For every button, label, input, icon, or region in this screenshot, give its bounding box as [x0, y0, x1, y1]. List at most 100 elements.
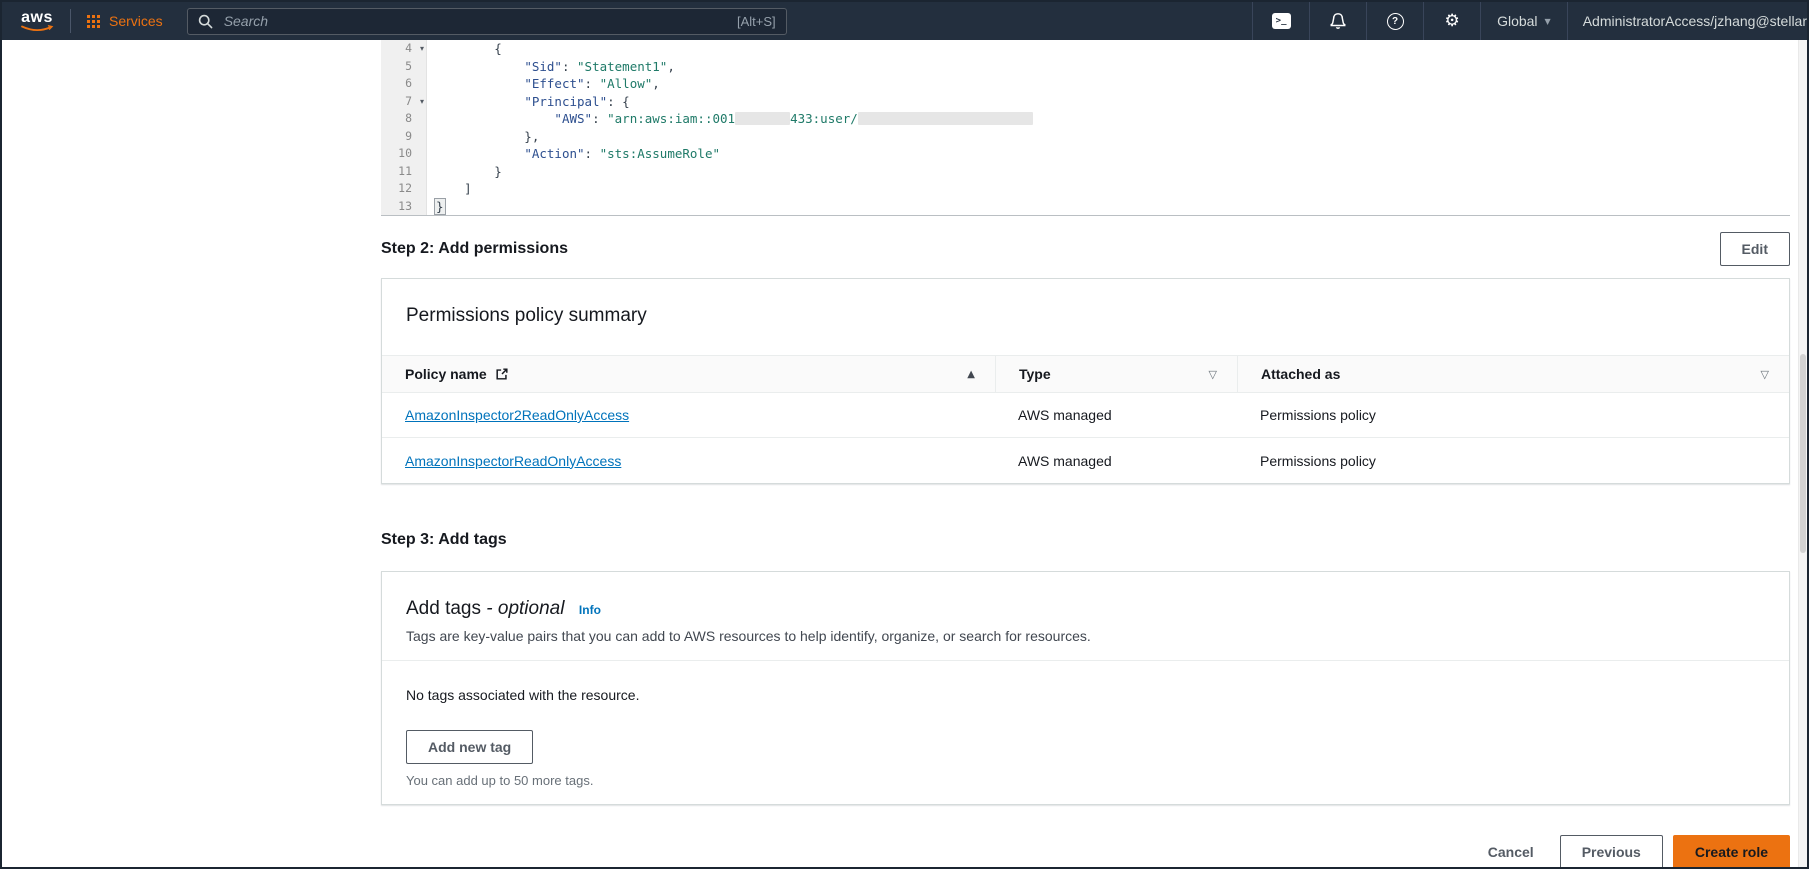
code-token: : { — [607, 93, 630, 109]
attached-as-cell: Permissions policy — [1260, 452, 1376, 469]
type-filter-icon[interactable]: ▽ — [1209, 368, 1217, 381]
policy-name-column-label: Policy name — [405, 366, 487, 382]
aws-logo-text: aws — [21, 9, 53, 26]
add-tags-card: Add tags - optional Info Tags are key-va… — [381, 571, 1790, 805]
sort-ascending-icon[interactable]: ▲ — [967, 369, 975, 380]
page-scrollbar[interactable] — [1798, 40, 1807, 867]
trust-policy-json-editor[interactable]: 4 ▾ 5 6 7 ▾ 8 9 10 11 12 13 { "Sid": "Statement1", … — [381, 40, 1790, 216]
notifications-button[interactable] — [1310, 2, 1366, 40]
line-number: 4 ▾ — [381, 40, 426, 58]
aws-smile-icon — [21, 25, 54, 32]
settings-button[interactable]: ⚙ — [1424, 2, 1480, 40]
region-label: Global — [1497, 13, 1538, 29]
main-content: 4 ▾ 5 6 7 ▾ 8 9 10 11 12 13 { "Sid": "Statement1", … — [381, 40, 1790, 867]
code-token: "Statement1" — [577, 58, 668, 74]
code-token: : — [592, 111, 608, 126]
topbar-right-cluster: >_ ? ⚙ Global ▼ AdministratorAccess/jzha… — [1252, 2, 1807, 40]
policy-name-link[interactable]: AmazonInspectorReadOnlyAccess — [405, 453, 621, 469]
account-menu[interactable]: AdministratorAccess/jzhang@stellar — [1568, 13, 1807, 29]
policy-table-row: AmazonInspectorReadOnlyAccess AWS managed… — [382, 438, 1789, 483]
code-token: ] — [434, 181, 472, 196]
topbar-divider — [70, 9, 71, 33]
edit-permissions-button[interactable]: Edit — [1719, 232, 1790, 266]
add-new-tag-button[interactable]: Add new tag — [406, 730, 534, 764]
services-grid-icon — [87, 14, 100, 28]
previous-button[interactable]: Previous — [1559, 835, 1663, 867]
tags-card-header: Add tags - optional Info Tags are key-va… — [382, 572, 1789, 661]
permissions-summary-card: Permissions policy summary Policy name ▲ — [381, 278, 1790, 484]
services-menu-button[interactable]: Services — [83, 13, 167, 29]
code-token: "Principal" — [524, 93, 608, 109]
policy-name-cell: AmazonInspectorReadOnlyAccess — [382, 438, 995, 483]
external-link-icon — [496, 368, 508, 380]
code-token: , — [667, 58, 675, 74]
aws-console-topbar: aws Services [Alt+S] >_ — [2, 2, 1807, 40]
region-selector[interactable]: Global ▼ — [1481, 2, 1567, 40]
code-line[interactable]: ] — [434, 180, 1790, 198]
editor-gutter: 4 ▾ 5 6 7 ▾ 8 9 10 11 12 13 — [381, 40, 427, 215]
permissions-card-header: Permissions policy summary — [382, 279, 1789, 355]
code-token: } — [434, 197, 446, 215]
search-icon — [198, 14, 213, 28]
code-line[interactable]: } — [434, 163, 1790, 181]
line-number: 8 — [405, 111, 412, 125]
no-tags-message: No tags associated with the resource. — [406, 687, 640, 703]
policy-type-cell: AWS managed — [1018, 407, 1112, 423]
code-token: 433:user/ — [790, 111, 858, 126]
code-token: "Sid" — [524, 58, 562, 74]
fold-arrow-icon[interactable]: ▾ — [420, 93, 424, 111]
attached-as-column-label: Attached as — [1261, 366, 1341, 382]
help-icon: ? — [1386, 12, 1404, 30]
fold-arrow-icon[interactable]: ▾ — [420, 40, 424, 58]
policy-table-body: AmazonInspector2ReadOnlyAccess AWS manage… — [382, 393, 1789, 483]
code-line[interactable]: "Effect": "Allow", — [434, 75, 1790, 93]
line-number: 9 — [405, 128, 412, 143]
code-line[interactable]: "Action": "sts:AssumeRole" — [434, 145, 1790, 163]
help-button[interactable]: ? — [1367, 2, 1423, 40]
tags-description: Tags are key-value pairs that you can ad… — [406, 628, 1091, 644]
code-token: : — [561, 58, 578, 74]
cloudshell-button[interactable]: >_ — [1253, 2, 1309, 40]
step2-header-row: Step 2: Add permissions Edit — [381, 232, 1790, 266]
code-line[interactable]: { — [434, 40, 1790, 58]
scrollbar-thumb[interactable] — [1800, 354, 1806, 553]
code-token: }, — [434, 128, 540, 144]
policy-table-header: Policy name ▲ Type ▽ Attached as ▽ — [382, 355, 1789, 393]
tags-card-title: Add tags - optional — [406, 598, 565, 619]
code-line[interactable]: "Sid": "Statement1", — [434, 58, 1790, 76]
code-token: "Action" — [524, 146, 585, 161]
info-link[interactable]: Info — [579, 603, 601, 617]
line-number: 10 — [398, 146, 412, 160]
editor-code[interactable]: { "Sid": "Statement1", "Effect": "Allow"… — [427, 40, 1790, 215]
policy-type-cell: AWS managed — [1018, 452, 1112, 469]
search-shortcut-hint: [Alt+S] — [737, 13, 776, 29]
code-line[interactable]: } — [434, 197, 1790, 216]
redacted-text — [857, 112, 1033, 125]
search-input[interactable] — [221, 12, 729, 30]
chevron-down-icon: ▼ — [1544, 16, 1551, 26]
attached-as-filter-icon[interactable]: ▽ — [1761, 368, 1769, 381]
line-number: 11 — [398, 163, 412, 178]
code-token: "Allow" — [599, 76, 653, 91]
code-line[interactable]: }, — [434, 128, 1790, 146]
aws-logo[interactable]: aws — [16, 10, 58, 32]
line-number: 5 — [405, 58, 412, 73]
create-role-button[interactable]: Create role — [1672, 835, 1790, 867]
attached-as-column-header: Attached as ▽ — [1237, 356, 1789, 392]
code-token: "AWS" — [554, 111, 593, 126]
cancel-button[interactable]: Cancel — [1488, 836, 1534, 867]
wizard-footer: Cancel Previous Create role — [381, 835, 1790, 867]
cloudshell-terminal-icon: >_ — [1271, 13, 1291, 29]
global-search[interactable]: [Alt+S] — [186, 7, 787, 35]
policy-name-column-header[interactable]: Policy name ▲ — [382, 356, 995, 392]
browser-window: aws Services [Alt+S] >_ — [0, 0, 1809, 869]
policy-name-link[interactable]: AmazonInspector2ReadOnlyAccess — [405, 407, 629, 423]
code-line[interactable]: "Principal": { — [434, 93, 1790, 111]
tags-card-body: No tags associated with the resource. Ad… — [382, 661, 1789, 804]
code-line[interactable]: "AWS": "arn:aws:iam::001 433:user/ — [434, 110, 1790, 128]
